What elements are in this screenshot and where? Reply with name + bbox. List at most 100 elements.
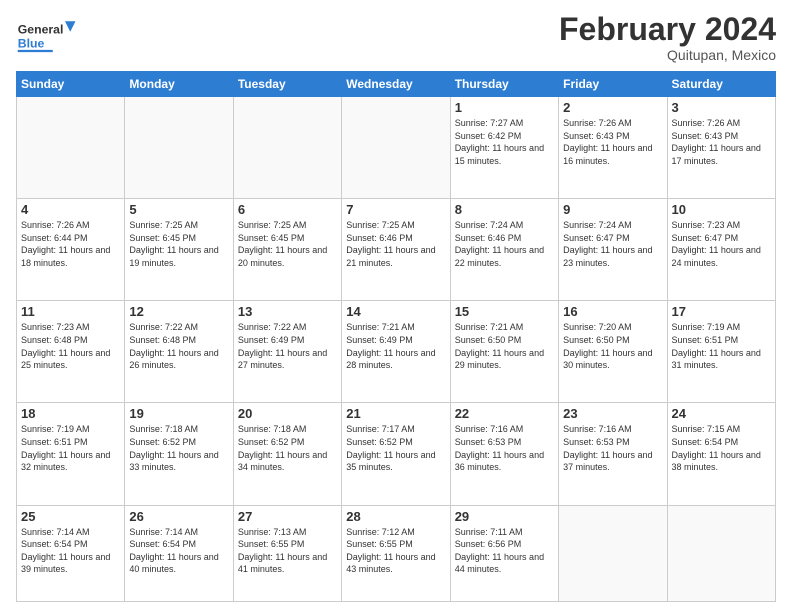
day-number: 12 — [129, 304, 228, 319]
cell-content: Sunrise: 7:11 AMSunset: 6:56 PMDaylight:… — [455, 526, 554, 576]
calendar-cell: 25 Sunrise: 7:14 AMSunset: 6:54 PMDayligh… — [17, 505, 125, 601]
day-number: 19 — [129, 406, 228, 421]
cell-content: Sunrise: 7:22 AMSunset: 6:49 PMDaylight:… — [238, 321, 337, 371]
calendar-cell: 7 Sunrise: 7:25 AMSunset: 6:46 PMDaylight… — [342, 199, 450, 301]
cell-content: Sunrise: 7:18 AMSunset: 6:52 PMDaylight:… — [238, 423, 337, 473]
calendar-cell: 6 Sunrise: 7:25 AMSunset: 6:45 PMDaylight… — [233, 199, 341, 301]
day-number: 10 — [672, 202, 771, 217]
day-number: 18 — [21, 406, 120, 421]
day-number: 16 — [563, 304, 662, 319]
day-header-wednesday: Wednesday — [342, 72, 450, 97]
calendar-table: SundayMondayTuesdayWednesdayThursdayFrid… — [16, 71, 776, 602]
month-year-title: February 2024 — [559, 12, 776, 47]
calendar-cell: 9 Sunrise: 7:24 AMSunset: 6:47 PMDaylight… — [559, 199, 667, 301]
calendar-cell — [125, 97, 233, 199]
calendar-cell — [17, 97, 125, 199]
day-number: 7 — [346, 202, 445, 217]
cell-content: Sunrise: 7:19 AMSunset: 6:51 PMDaylight:… — [672, 321, 771, 371]
day-header-sunday: Sunday — [17, 72, 125, 97]
calendar-cell: 16 Sunrise: 7:20 AMSunset: 6:50 PMDayligh… — [559, 301, 667, 403]
day-number: 3 — [672, 100, 771, 115]
calendar-cell: 28 Sunrise: 7:12 AMSunset: 6:55 PMDayligh… — [342, 505, 450, 601]
cell-content: Sunrise: 7:23 AMSunset: 6:48 PMDaylight:… — [21, 321, 120, 371]
cell-content: Sunrise: 7:13 AMSunset: 6:55 PMDaylight:… — [238, 526, 337, 576]
day-number: 21 — [346, 406, 445, 421]
week-row-3: 11 Sunrise: 7:23 AMSunset: 6:48 PMDayligh… — [17, 301, 776, 403]
day-number: 1 — [455, 100, 554, 115]
svg-text:General: General — [18, 23, 64, 37]
calendar-cell: 19 Sunrise: 7:18 AMSunset: 6:52 PMDayligh… — [125, 403, 233, 505]
calendar-cell: 1 Sunrise: 7:27 AMSunset: 6:42 PMDaylight… — [450, 97, 558, 199]
header-row: SundayMondayTuesdayWednesdayThursdayFrid… — [17, 72, 776, 97]
cell-content: Sunrise: 7:14 AMSunset: 6:54 PMDaylight:… — [21, 526, 120, 576]
cell-content: Sunrise: 7:27 AMSunset: 6:42 PMDaylight:… — [455, 117, 554, 167]
day-number: 28 — [346, 509, 445, 524]
cell-content: Sunrise: 7:25 AMSunset: 6:45 PMDaylight:… — [238, 219, 337, 269]
week-row-5: 25 Sunrise: 7:14 AMSunset: 6:54 PMDayligh… — [17, 505, 776, 601]
calendar-cell: 5 Sunrise: 7:25 AMSunset: 6:45 PMDaylight… — [125, 199, 233, 301]
cell-content: Sunrise: 7:24 AMSunset: 6:47 PMDaylight:… — [563, 219, 662, 269]
calendar-cell — [667, 505, 775, 601]
calendar-cell: 22Sunrise: 7:16 AMSunset: 6:53 PMDayligh… — [450, 403, 558, 505]
cell-content: Sunrise: 7:25 AMSunset: 6:46 PMDaylight:… — [346, 219, 445, 269]
cell-content: Sunrise: 7:26 AMSunset: 6:43 PMDaylight:… — [672, 117, 771, 167]
calendar-cell — [559, 505, 667, 601]
page: General Blue February 2024 Quitupan, Mex… — [0, 0, 792, 612]
day-number: 4 — [21, 202, 120, 217]
day-number: 11 — [21, 304, 120, 319]
day-number: 23 — [563, 406, 662, 421]
calendar-cell: 21 Sunrise: 7:17 AMSunset: 6:52 PMDayligh… — [342, 403, 450, 505]
cell-content: Sunrise: 7:21 AMSunset: 6:50 PMDaylight:… — [455, 321, 554, 371]
cell-content: Sunrise: 7:18 AMSunset: 6:52 PMDaylight:… — [129, 423, 228, 473]
day-number: 5 — [129, 202, 228, 217]
day-header-thursday: Thursday — [450, 72, 558, 97]
cell-content: Sunrise: 7:14 AMSunset: 6:54 PMDaylight:… — [129, 526, 228, 576]
title-section: February 2024 Quitupan, Mexico — [559, 12, 776, 63]
day-header-friday: Friday — [559, 72, 667, 97]
day-number: 9 — [563, 202, 662, 217]
calendar-cell: 24 Sunrise: 7:15 AMSunset: 6:54 PMDayligh… — [667, 403, 775, 505]
calendar-cell: 26 Sunrise: 7:14 AMSunset: 6:54 PMDayligh… — [125, 505, 233, 601]
cell-content: Sunrise: 7:22 AMSunset: 6:48 PMDaylight:… — [129, 321, 228, 371]
location-subtitle: Quitupan, Mexico — [559, 47, 776, 63]
day-number: 17 — [672, 304, 771, 319]
cell-content: Sunrise: 7:15 AMSunset: 6:54 PMDaylight:… — [672, 423, 771, 473]
calendar-cell: 14Sunrise: 7:21 AMSunset: 6:49 PMDayligh… — [342, 301, 450, 403]
day-number: 29 — [455, 509, 554, 524]
logo: General Blue — [16, 12, 86, 62]
calendar-cell: 20 Sunrise: 7:18 AMSunset: 6:52 PMDayligh… — [233, 403, 341, 505]
cell-content: Sunrise: 7:16 AMSunset: 6:53 PMDaylight:… — [455, 423, 554, 473]
cell-content: Sunrise: 7:24 AMSunset: 6:46 PMDaylight:… — [455, 219, 554, 269]
calendar-cell — [342, 97, 450, 199]
day-number: 20 — [238, 406, 337, 421]
calendar-cell: 18 Sunrise: 7:19 AMSunset: 6:51 PMDayligh… — [17, 403, 125, 505]
week-row-4: 18 Sunrise: 7:19 AMSunset: 6:51 PMDayligh… — [17, 403, 776, 505]
calendar-cell: 3 Sunrise: 7:26 AMSunset: 6:43 PMDaylight… — [667, 97, 775, 199]
day-number: 26 — [129, 509, 228, 524]
day-number: 2 — [563, 100, 662, 115]
logo-svg: General Blue — [16, 12, 86, 62]
calendar-cell: 27Sunrise: 7:13 AMSunset: 6:55 PMDayligh… — [233, 505, 341, 601]
cell-content: Sunrise: 7:16 AMSunset: 6:53 PMDaylight:… — [563, 423, 662, 473]
cell-content: Sunrise: 7:25 AMSunset: 6:45 PMDaylight:… — [129, 219, 228, 269]
day-number: 15 — [455, 304, 554, 319]
calendar-cell: 12 Sunrise: 7:22 AMSunset: 6:48 PMDayligh… — [125, 301, 233, 403]
day-number: 6 — [238, 202, 337, 217]
calendar-cell: 11 Sunrise: 7:23 AMSunset: 6:48 PMDayligh… — [17, 301, 125, 403]
calendar-cell: 13Sunrise: 7:22 AMSunset: 6:49 PMDayligh… — [233, 301, 341, 403]
calendar-cell: 17 Sunrise: 7:19 AMSunset: 6:51 PMDayligh… — [667, 301, 775, 403]
calendar-cell: 29 Sunrise: 7:11 AMSunset: 6:56 PMDayligh… — [450, 505, 558, 601]
cell-content: Sunrise: 7:19 AMSunset: 6:51 PMDaylight:… — [21, 423, 120, 473]
cell-content: Sunrise: 7:26 AMSunset: 6:43 PMDaylight:… — [563, 117, 662, 167]
cell-content: Sunrise: 7:23 AMSunset: 6:47 PMDaylight:… — [672, 219, 771, 269]
calendar-cell: 4Sunrise: 7:26 AMSunset: 6:44 PMDaylight… — [17, 199, 125, 301]
day-number: 8 — [455, 202, 554, 217]
cell-content: Sunrise: 7:17 AMSunset: 6:52 PMDaylight:… — [346, 423, 445, 473]
calendar-cell: 10 Sunrise: 7:23 AMSunset: 6:47 PMDayligh… — [667, 199, 775, 301]
cell-content: Sunrise: 7:12 AMSunset: 6:55 PMDaylight:… — [346, 526, 445, 576]
day-number: 24 — [672, 406, 771, 421]
day-header-tuesday: Tuesday — [233, 72, 341, 97]
day-number: 25 — [21, 509, 120, 524]
calendar-cell: 15 Sunrise: 7:21 AMSunset: 6:50 PMDayligh… — [450, 301, 558, 403]
cell-content: Sunrise: 7:20 AMSunset: 6:50 PMDaylight:… — [563, 321, 662, 371]
